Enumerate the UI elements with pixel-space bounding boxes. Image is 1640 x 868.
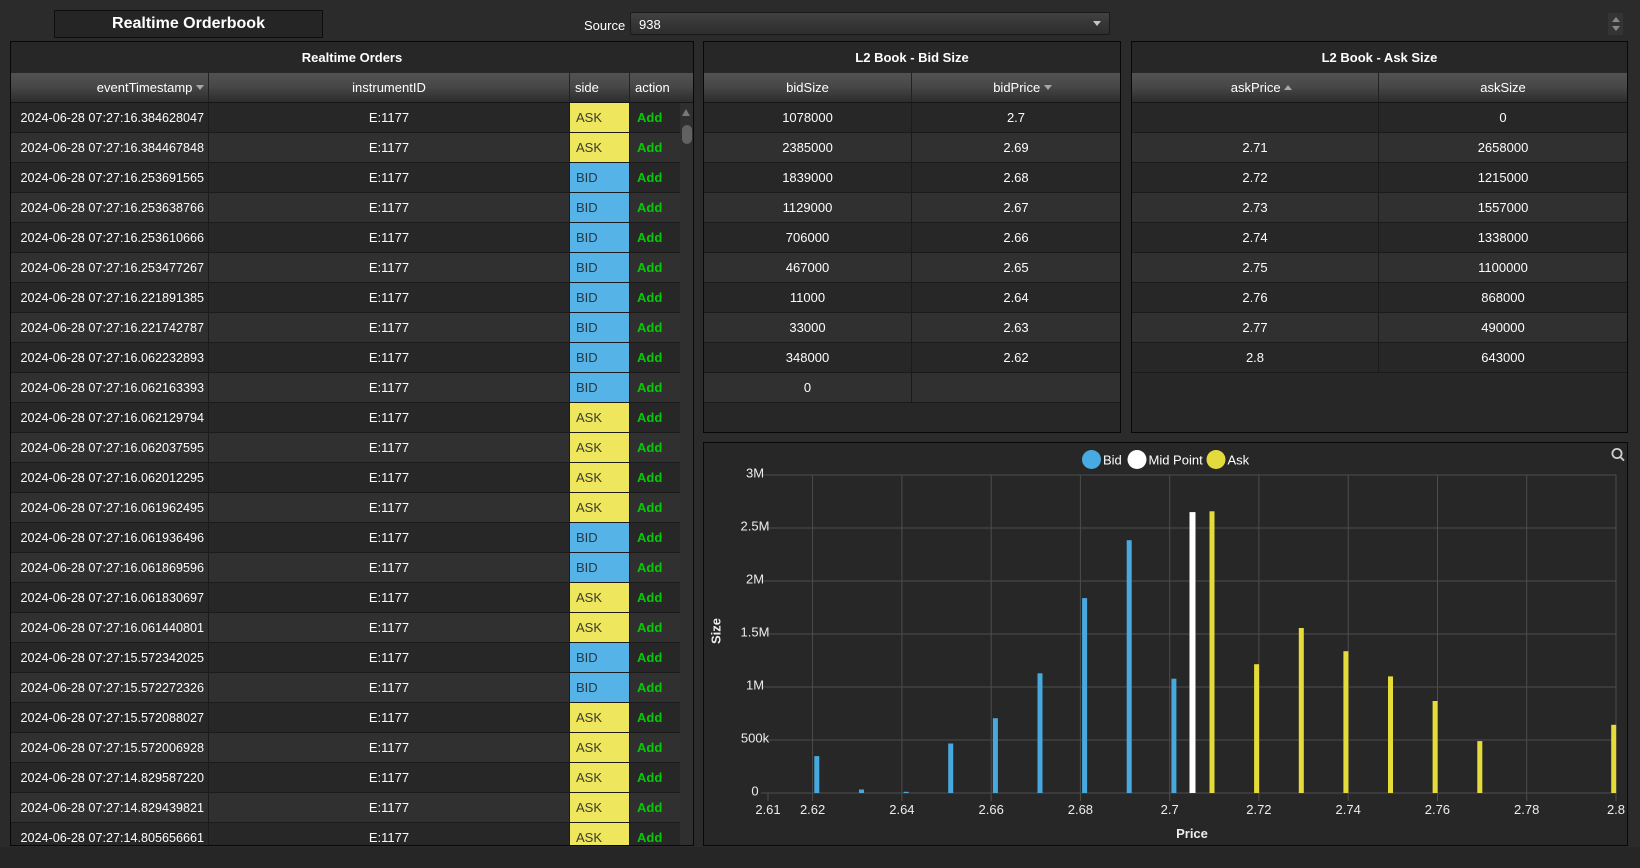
svg-text:Size: Size <box>709 618 724 644</box>
svg-text:3M: 3M <box>746 466 764 481</box>
svg-text:2.68: 2.68 <box>1068 802 1093 817</box>
svg-text:1.5M: 1.5M <box>741 625 770 640</box>
svg-text:2.61: 2.61 <box>755 802 780 817</box>
svg-text:Bid: Bid <box>1103 453 1122 468</box>
svg-text:2.7: 2.7 <box>1161 802 1179 817</box>
svg-text:2.8: 2.8 <box>1607 802 1625 817</box>
svg-text:2.74: 2.74 <box>1336 802 1361 817</box>
svg-text:500k: 500k <box>741 731 770 746</box>
svg-text:2.64: 2.64 <box>889 802 914 817</box>
svg-text:Mid Point: Mid Point <box>1149 453 1204 468</box>
svg-text:2.72: 2.72 <box>1246 802 1271 817</box>
svg-text:2M: 2M <box>746 572 764 587</box>
svg-text:0: 0 <box>751 784 758 799</box>
svg-text:2.78: 2.78 <box>1514 802 1539 817</box>
svg-text:2.66: 2.66 <box>979 802 1004 817</box>
svg-text:Price: Price <box>1176 826 1208 841</box>
svg-text:Ask: Ask <box>1228 453 1250 468</box>
svg-text:1M: 1M <box>746 678 764 693</box>
svg-text:2.76: 2.76 <box>1425 802 1450 817</box>
svg-text:2.62: 2.62 <box>800 802 825 817</box>
svg-text:2.5M: 2.5M <box>741 519 770 534</box>
